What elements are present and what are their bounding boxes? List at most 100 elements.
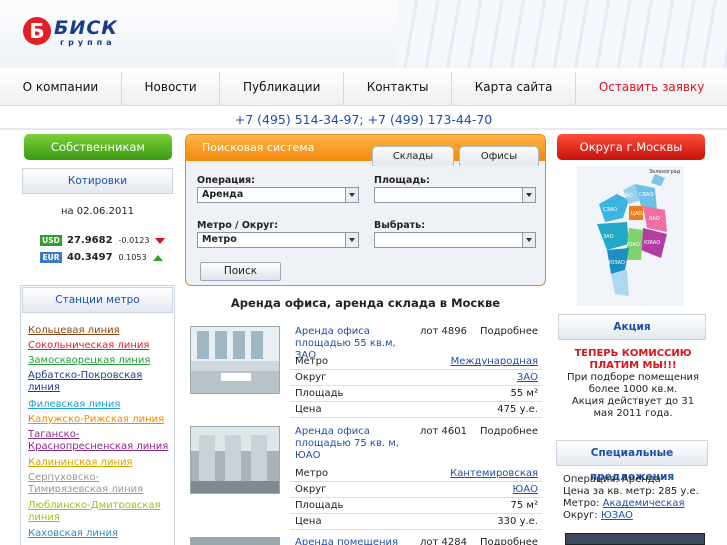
currency-eur: EUR 40.3497 0.1053 xyxy=(40,252,163,263)
moscow-districts-map[interactable]: Зеленоград САО СВАО ЦАО ВАО ЗАО ЮВАО ЮАО… xyxy=(577,166,684,306)
logo-subtitle: группа xyxy=(60,38,116,47)
operation-value: Аренда xyxy=(202,189,244,200)
detail-row: Метро Международная xyxy=(290,354,542,370)
site-header: Б БИСК группа xyxy=(0,0,727,68)
metro-line-link[interactable]: Серпуховско-Тимирязевская линия xyxy=(28,472,173,496)
detail-row: Цена 330 у.е. xyxy=(290,514,542,530)
promo-text-line: мая 2011 года. xyxy=(593,408,673,419)
nav-leave-request[interactable]: Оставить заявку xyxy=(576,72,727,105)
districts-button[interactable]: Округа г.Москвы xyxy=(557,134,705,160)
promo-header: Акция xyxy=(558,314,706,340)
nav-publications[interactable]: Публикации xyxy=(220,72,345,105)
listing-title-link[interactable]: Аренда помещения под xyxy=(295,537,415,545)
nav-news[interactable]: Новости xyxy=(122,72,221,105)
promo-headline-line: ПЛАТИМ МЫ!!! xyxy=(589,360,677,371)
metro-district-value: Метро xyxy=(202,234,237,245)
detail-key: Цена xyxy=(295,404,322,415)
map-label: ЮАО xyxy=(627,242,640,248)
metro-district-select[interactable]: Метро xyxy=(197,232,359,248)
chevron-down-icon xyxy=(522,233,535,247)
detail-key: Метро xyxy=(295,356,329,367)
map-label: ВАО xyxy=(649,216,660,222)
special-district-link[interactable]: ЮЗАО xyxy=(601,510,633,521)
map-label: СВАО xyxy=(639,192,653,198)
listing-photo[interactable] xyxy=(190,326,280,394)
listing-card: Аренда помещения под лот 4284 Подробнее xyxy=(185,537,546,545)
district-link[interactable]: ЗАО xyxy=(517,370,538,385)
search-button[interactable]: Поиск xyxy=(200,262,281,281)
metro-line-link[interactable]: Сокольническая линия xyxy=(28,340,173,352)
detail-key: Цена xyxy=(295,516,322,527)
nav-contacts[interactable]: Контакты xyxy=(344,72,453,105)
promo-headline-line: ТЕПЕРЬ КОМИССИЮ xyxy=(574,348,692,359)
listing-more-link[interactable]: Подробнее xyxy=(480,537,538,545)
page-title: Аренда офиса, аренда склада в Москве xyxy=(230,296,501,310)
detail-key: Округ xyxy=(295,372,327,383)
metro-line-link[interactable]: Люблинско-Дмитровская линия xyxy=(28,500,173,524)
usd-flag-icon: USD xyxy=(40,235,62,246)
metro-line-link[interactable]: Калининская линия xyxy=(28,457,173,469)
special-metro-label: Метро: xyxy=(563,498,603,509)
listing-lot-number: лот 4601 xyxy=(420,426,467,437)
detail-row: Округ ЮАО xyxy=(290,482,542,498)
metro-link[interactable]: Международная xyxy=(451,354,538,369)
metro-line-link[interactable]: Арбатско-Покровская линия xyxy=(28,370,173,394)
listing-lot-number: лот 4896 xyxy=(420,326,467,337)
metro-line-link[interactable]: Калужско-Рижская линия xyxy=(28,414,173,426)
special-offer-photo[interactable] xyxy=(565,533,705,545)
operation-select[interactable]: Аренда xyxy=(197,187,359,203)
detail-key: Площадь xyxy=(295,500,344,511)
metro-line-link[interactable]: Филевская линия xyxy=(28,399,173,411)
map-label: ЗАО xyxy=(603,234,614,240)
promo-text-line: Акция действует до 31 xyxy=(571,396,695,407)
map-label-zelenograd: Зеленоград xyxy=(649,169,681,175)
divider xyxy=(0,128,727,130)
trend-up-icon xyxy=(152,254,163,261)
listing-more-link[interactable]: Подробнее xyxy=(480,426,538,437)
usd-change: -0.0123 xyxy=(118,236,150,245)
map-label: ЦАО xyxy=(631,211,642,217)
metro-link[interactable]: Кантемировская xyxy=(450,466,538,481)
logo-icon[interactable]: Б xyxy=(23,17,51,45)
listing-title-link[interactable]: Аренда офиса площадью 75 кв. м, ЮАО xyxy=(295,426,415,462)
area-label: Площадь: xyxy=(374,175,430,186)
quotes-date: на 02.06.2011 xyxy=(60,206,135,217)
special-metro-link[interactable]: Академическая xyxy=(603,498,685,509)
promo-text-line: более 1000 кв.м. xyxy=(588,384,678,395)
district-link[interactable]: ЮАО xyxy=(512,482,538,497)
detail-key: Округ xyxy=(295,484,327,495)
special-operation: Операция: Аренда xyxy=(563,474,661,485)
area-select[interactable] xyxy=(374,187,536,203)
map-label: СЗАО xyxy=(603,207,617,213)
nav-sitemap[interactable]: Карта сайта xyxy=(452,72,577,105)
choose-select[interactable] xyxy=(374,232,536,248)
metro-header: Станции метро xyxy=(22,287,173,313)
special-offers-header: Специальные предложения xyxy=(556,440,708,483)
eur-change: 0.1053 xyxy=(118,253,147,262)
metro-line-link[interactable]: Замоскворецкая линия xyxy=(28,355,173,367)
special-district: Округ: ЮЗАО xyxy=(563,510,633,522)
map-label: ЮВАО xyxy=(644,240,660,246)
eur-rate: 40.3497 xyxy=(67,252,113,263)
operation-label: Операция: xyxy=(197,175,255,186)
metro-line-link[interactable]: Каховская линия xyxy=(28,528,173,540)
header-background-image xyxy=(397,0,727,68)
logo-name[interactable]: БИСК xyxy=(54,17,118,39)
metro-line-link[interactable]: Таганско-Краснопресненская линия xyxy=(28,429,173,453)
listing-more-link[interactable]: Подробнее xyxy=(480,326,538,337)
choose-label: Выбрать: xyxy=(374,220,425,231)
owners-button[interactable]: Собственникам xyxy=(24,134,172,160)
listing-photo[interactable] xyxy=(190,537,280,545)
tab-offices[interactable]: Офисы xyxy=(459,146,539,166)
promo-text: При подборе помещения более 1000 кв.м. А… xyxy=(558,372,708,420)
listing-lot-number: лот 4284 xyxy=(420,537,467,545)
eur-flag-icon: EUR xyxy=(40,252,62,263)
nav-about[interactable]: О компании xyxy=(0,72,122,105)
tab-warehouses[interactable]: Склады xyxy=(372,146,454,166)
listing-photo[interactable] xyxy=(190,426,280,494)
special-price: Цена за кв. метр: 285 у.е. xyxy=(563,486,699,497)
detail-row: Площадь 75 м² xyxy=(290,498,542,514)
currency-usd: USD 27.9682 -0.0123 xyxy=(40,235,166,246)
metro-line-link[interactable]: Кольцевая линия xyxy=(28,325,173,337)
quotes-header: Котировки xyxy=(22,168,173,194)
